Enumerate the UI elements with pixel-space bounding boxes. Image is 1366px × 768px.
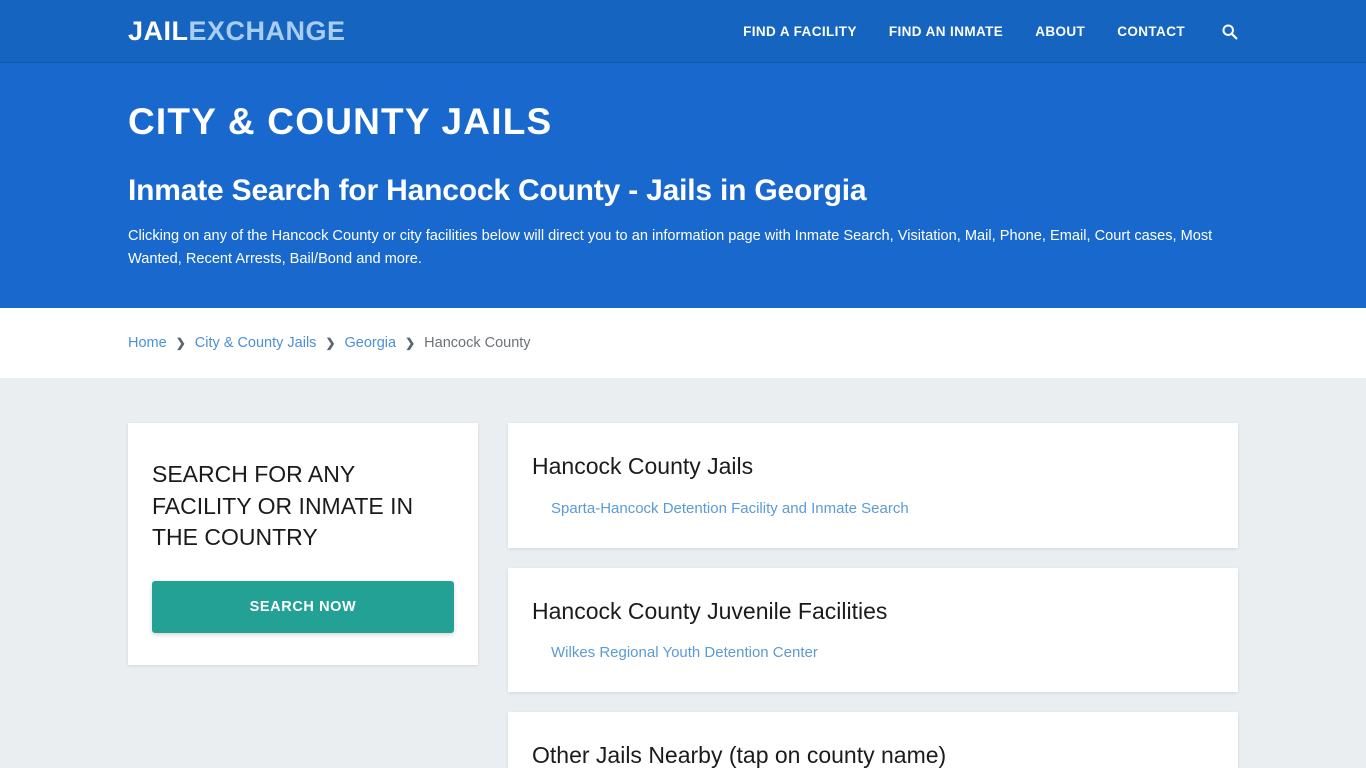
page-description: Clicking on any of the Hancock County or… [128, 228, 1213, 267]
breadcrumb-separator-icon: ❯ [405, 336, 416, 350]
page-subtitle: Inmate Search for Hancock County - Jails… [128, 173, 867, 207]
search-promo-title: SEARCH FOR ANY FACILITY OR INMATE IN THE… [152, 461, 414, 551]
breadcrumb-separator-icon: ❯ [175, 336, 186, 350]
card-title: Hancock County Jails [532, 453, 754, 479]
nav-item-find-a-facility[interactable]: FIND A FACILITY [727, 24, 873, 39]
facility-link-sparta-hancock[interactable]: Sparta-Hancock Detention Facility and In… [532, 500, 909, 517]
list-item: Sparta-Hancock Detention Facility and In… [532, 500, 1214, 518]
facility-card-juvenile: Hancock County Juvenile Facilities Wilke… [508, 567, 1238, 693]
search-icon[interactable] [1201, 23, 1238, 40]
search-promo-card: SEARCH FOR ANY FACILITY OR INMATE IN THE… [128, 423, 478, 666]
card-title: Hancock County Juvenile Facilities [532, 597, 888, 624]
logo-primary-text: JAIL [128, 15, 189, 46]
facility-link-list: Wilkes Regional Youth Detention Center [532, 644, 1214, 662]
search-now-button[interactable]: SEARCH NOW [152, 581, 454, 634]
main-navigation: FIND A FACILITY FIND AN INMATE ABOUT CON… [727, 23, 1238, 40]
list-item: Wilkes Regional Youth Detention Center [532, 644, 1214, 662]
facility-card-list: Hancock County Jails Sparta-Hancock Dete… [508, 423, 1238, 768]
nav-item-about[interactable]: ABOUT [1019, 24, 1101, 39]
breadcrumb-item-city-county-jails[interactable]: City & County Jails [195, 335, 317, 351]
page-title: CITY & COUNTY JAILS [128, 101, 553, 142]
breadcrumb-item-current: Hancock County [424, 335, 531, 351]
site-logo[interactable]: JAILEXCHANGE [128, 15, 346, 46]
facility-card-other-jails-nearby: Other Jails Nearby (tap on county name) [508, 712, 1238, 768]
card-title: Other Jails Nearby (tap on county name) [532, 742, 947, 768]
site-header: JAILEXCHANGE FIND A FACILITY FIND AN INM… [0, 0, 1366, 63]
facility-link-wilkes-regional-youth[interactable]: Wilkes Regional Youth Detention Center [532, 644, 818, 661]
breadcrumb-separator-icon: ❯ [325, 336, 336, 350]
breadcrumb-item-home[interactable]: Home [128, 335, 167, 351]
hero-banner: CITY & COUNTY JAILS Inmate Search for Ha… [0, 63, 1366, 308]
breadcrumb: Home ❯ City & County Jails ❯ Georgia ❯ H… [128, 335, 531, 351]
nav-item-find-an-inmate[interactable]: FIND AN INMATE [873, 24, 1019, 39]
nav-item-contact[interactable]: CONTACT [1101, 24, 1201, 39]
logo-secondary-text: EXCHANGE [188, 15, 346, 46]
main-content: SEARCH FOR ANY FACILITY OR INMATE IN THE… [0, 378, 1366, 768]
breadcrumb-item-georgia[interactable]: Georgia [345, 335, 397, 351]
facility-card-jails: Hancock County Jails Sparta-Hancock Dete… [508, 423, 1238, 548]
facility-link-list: Sparta-Hancock Detention Facility and In… [532, 500, 1214, 518]
breadcrumb-band: Home ❯ City & County Jails ❯ Georgia ❯ H… [0, 308, 1366, 378]
